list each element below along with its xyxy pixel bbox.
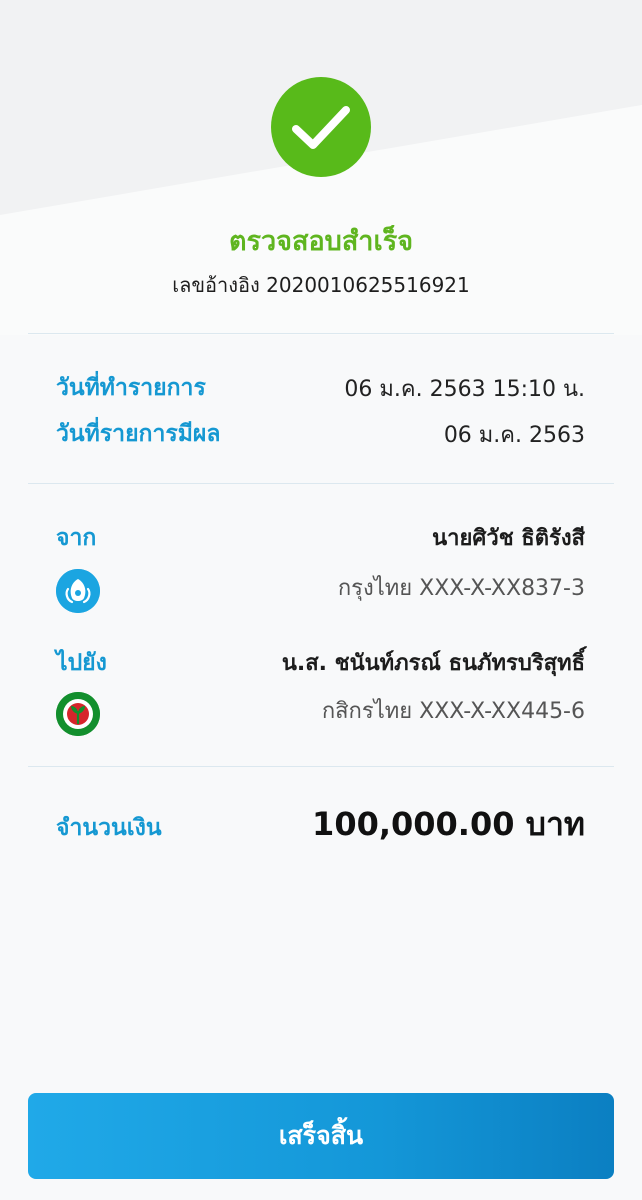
effective-date-value: 06 ม.ค. 2563: [443, 423, 585, 448]
sender-name: นายศิวัช ธิติรังสี: [432, 526, 585, 551]
status-title: ตรวจสอบสำเร็จ: [228, 226, 414, 257]
sender-account: กรุงไทย XXX-X-XX837-3: [337, 576, 585, 601]
amount-value: 100,000.00 บาท: [312, 805, 585, 843]
effective-date-label: วันที่รายการมีผล: [56, 421, 221, 447]
done-button[interactable]: เสร็จสิ้น: [28, 1093, 614, 1179]
recipient-label: ไปยัง: [56, 650, 107, 676]
krungthai-bank-icon: [56, 569, 100, 613]
transaction-date-value: 06 ม.ค. 2563 15:10 น.: [344, 377, 585, 402]
divider: [28, 766, 614, 767]
transaction-date-label: วันที่ทำรายการ: [56, 375, 206, 401]
transfer-result-screen: ตรวจสอบสำเร็จ เลขอ้างอิง 202001062551692…: [0, 0, 642, 1200]
divider: [28, 483, 614, 484]
kasikorn-bank-icon: [56, 692, 100, 736]
reference-number: เลขอ้างอิง 2020010625516921: [172, 273, 470, 297]
divider: [28, 333, 614, 334]
recipient-name: น.ส. ชนันท์ภรณ์ ธนภัทรบริสุทธิ์: [281, 651, 585, 676]
amount-label: จำนวนเงิน: [56, 815, 162, 841]
success-check-icon: [271, 77, 371, 177]
recipient-account: กสิกรไทย XXX-X-XX445-6: [321, 699, 585, 724]
sender-label: จาก: [56, 525, 97, 551]
